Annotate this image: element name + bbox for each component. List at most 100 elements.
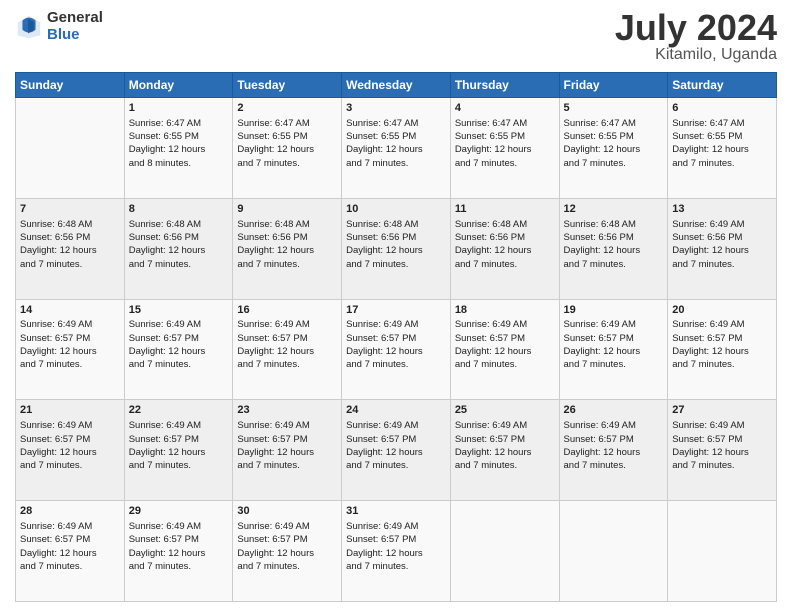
- day-number: 2: [237, 101, 337, 116]
- calendar-cell: 5Sunrise: 6:47 AMSunset: 6:55 PMDaylight…: [559, 98, 668, 199]
- calendar-week-row: 28Sunrise: 6:49 AMSunset: 6:57 PMDayligh…: [16, 501, 777, 602]
- day-info: Sunrise: 6:48 AMSunset: 6:56 PMDaylight:…: [129, 218, 229, 271]
- day-info: Sunrise: 6:49 AMSunset: 6:57 PMDaylight:…: [672, 419, 772, 472]
- day-number: 23: [237, 403, 337, 418]
- day-number: 17: [346, 303, 446, 318]
- day-number: 31: [346, 504, 446, 519]
- calendar-cell: 22Sunrise: 6:49 AMSunset: 6:57 PMDayligh…: [124, 400, 233, 501]
- calendar-cell: 9Sunrise: 6:48 AMSunset: 6:56 PMDaylight…: [233, 198, 342, 299]
- day-info: Sunrise: 6:48 AMSunset: 6:56 PMDaylight:…: [564, 218, 664, 271]
- calendar-cell: [668, 501, 777, 602]
- calendar-cell: [559, 501, 668, 602]
- header-saturday: Saturday: [668, 73, 777, 98]
- day-number: 10: [346, 202, 446, 217]
- day-info: Sunrise: 6:47 AMSunset: 6:55 PMDaylight:…: [237, 117, 337, 170]
- calendar-cell: 24Sunrise: 6:49 AMSunset: 6:57 PMDayligh…: [342, 400, 451, 501]
- calendar-cell: 31Sunrise: 6:49 AMSunset: 6:57 PMDayligh…: [342, 501, 451, 602]
- calendar-cell: 10Sunrise: 6:48 AMSunset: 6:56 PMDayligh…: [342, 198, 451, 299]
- calendar-cell: 7Sunrise: 6:48 AMSunset: 6:56 PMDaylight…: [16, 198, 125, 299]
- calendar-cell: [450, 501, 559, 602]
- header-wednesday: Wednesday: [342, 73, 451, 98]
- day-number: 13: [672, 202, 772, 217]
- day-info: Sunrise: 6:49 AMSunset: 6:57 PMDaylight:…: [20, 419, 120, 472]
- day-number: 27: [672, 403, 772, 418]
- day-number: 1: [129, 101, 229, 116]
- day-info: Sunrise: 6:49 AMSunset: 6:57 PMDaylight:…: [237, 419, 337, 472]
- calendar-cell: 16Sunrise: 6:49 AMSunset: 6:57 PMDayligh…: [233, 299, 342, 400]
- day-number: 20: [672, 303, 772, 318]
- calendar-cell: 27Sunrise: 6:49 AMSunset: 6:57 PMDayligh…: [668, 400, 777, 501]
- day-number: 28: [20, 504, 120, 519]
- calendar-table: Sunday Monday Tuesday Wednesday Thursday…: [15, 72, 777, 602]
- day-info: Sunrise: 6:49 AMSunset: 6:57 PMDaylight:…: [346, 419, 446, 472]
- day-info: Sunrise: 6:48 AMSunset: 6:56 PMDaylight:…: [237, 218, 337, 271]
- day-info: Sunrise: 6:49 AMSunset: 6:56 PMDaylight:…: [672, 218, 772, 271]
- calendar-cell: 18Sunrise: 6:49 AMSunset: 6:57 PMDayligh…: [450, 299, 559, 400]
- day-info: Sunrise: 6:49 AMSunset: 6:57 PMDaylight:…: [129, 318, 229, 371]
- calendar-cell: 28Sunrise: 6:49 AMSunset: 6:57 PMDayligh…: [16, 501, 125, 602]
- calendar-week-row: 21Sunrise: 6:49 AMSunset: 6:57 PMDayligh…: [16, 400, 777, 501]
- day-info: Sunrise: 6:49 AMSunset: 6:57 PMDaylight:…: [672, 318, 772, 371]
- calendar-cell: 6Sunrise: 6:47 AMSunset: 6:55 PMDaylight…: [668, 98, 777, 199]
- day-info: Sunrise: 6:47 AMSunset: 6:55 PMDaylight:…: [672, 117, 772, 170]
- calendar-cell: 21Sunrise: 6:49 AMSunset: 6:57 PMDayligh…: [16, 400, 125, 501]
- day-number: 9: [237, 202, 337, 217]
- day-number: 5: [564, 101, 664, 116]
- page: General Blue July 2024 Kitamilo, Uganda …: [0, 0, 792, 612]
- day-number: 16: [237, 303, 337, 318]
- calendar-cell: 3Sunrise: 6:47 AMSunset: 6:55 PMDaylight…: [342, 98, 451, 199]
- day-number: 25: [455, 403, 555, 418]
- logo-blue-text: Blue: [47, 27, 103, 44]
- day-info: Sunrise: 6:47 AMSunset: 6:55 PMDaylight:…: [455, 117, 555, 170]
- day-info: Sunrise: 6:47 AMSunset: 6:55 PMDaylight:…: [129, 117, 229, 170]
- calendar-cell: 1Sunrise: 6:47 AMSunset: 6:55 PMDaylight…: [124, 98, 233, 199]
- calendar-cell: [16, 98, 125, 199]
- day-number: 24: [346, 403, 446, 418]
- day-number: 26: [564, 403, 664, 418]
- day-number: 30: [237, 504, 337, 519]
- calendar-cell: 30Sunrise: 6:49 AMSunset: 6:57 PMDayligh…: [233, 501, 342, 602]
- calendar-cell: 8Sunrise: 6:48 AMSunset: 6:56 PMDaylight…: [124, 198, 233, 299]
- calendar-cell: 4Sunrise: 6:47 AMSunset: 6:55 PMDaylight…: [450, 98, 559, 199]
- header-thursday: Thursday: [450, 73, 559, 98]
- day-number: 4: [455, 101, 555, 116]
- header-tuesday: Tuesday: [233, 73, 342, 98]
- calendar-cell: 26Sunrise: 6:49 AMSunset: 6:57 PMDayligh…: [559, 400, 668, 501]
- day-number: 7: [20, 202, 120, 217]
- day-info: Sunrise: 6:49 AMSunset: 6:57 PMDaylight:…: [20, 520, 120, 573]
- header-sunday: Sunday: [16, 73, 125, 98]
- day-info: Sunrise: 6:49 AMSunset: 6:57 PMDaylight:…: [129, 520, 229, 573]
- day-number: 22: [129, 403, 229, 418]
- day-info: Sunrise: 6:48 AMSunset: 6:56 PMDaylight:…: [455, 218, 555, 271]
- calendar-location: Kitamilo, Uganda: [615, 46, 777, 64]
- header-friday: Friday: [559, 73, 668, 98]
- day-info: Sunrise: 6:49 AMSunset: 6:57 PMDaylight:…: [237, 520, 337, 573]
- calendar-cell: 11Sunrise: 6:48 AMSunset: 6:56 PMDayligh…: [450, 198, 559, 299]
- calendar-cell: 15Sunrise: 6:49 AMSunset: 6:57 PMDayligh…: [124, 299, 233, 400]
- calendar-cell: 2Sunrise: 6:47 AMSunset: 6:55 PMDaylight…: [233, 98, 342, 199]
- day-number: 15: [129, 303, 229, 318]
- day-number: 12: [564, 202, 664, 217]
- day-number: 8: [129, 202, 229, 217]
- logo-icon: [15, 13, 43, 41]
- calendar-week-row: 1Sunrise: 6:47 AMSunset: 6:55 PMDaylight…: [16, 98, 777, 199]
- calendar-cell: 13Sunrise: 6:49 AMSunset: 6:56 PMDayligh…: [668, 198, 777, 299]
- day-number: 29: [129, 504, 229, 519]
- day-number: 6: [672, 101, 772, 116]
- day-number: 19: [564, 303, 664, 318]
- calendar-week-row: 7Sunrise: 6:48 AMSunset: 6:56 PMDaylight…: [16, 198, 777, 299]
- calendar-cell: 25Sunrise: 6:49 AMSunset: 6:57 PMDayligh…: [450, 400, 559, 501]
- day-info: Sunrise: 6:48 AMSunset: 6:56 PMDaylight:…: [20, 218, 120, 271]
- day-info: Sunrise: 6:49 AMSunset: 6:57 PMDaylight:…: [346, 318, 446, 371]
- calendar-cell: 20Sunrise: 6:49 AMSunset: 6:57 PMDayligh…: [668, 299, 777, 400]
- day-number: 18: [455, 303, 555, 318]
- calendar-title: July 2024: [615, 10, 777, 46]
- header: General Blue July 2024 Kitamilo, Uganda: [15, 10, 777, 64]
- day-info: Sunrise: 6:49 AMSunset: 6:57 PMDaylight:…: [564, 318, 664, 371]
- calendar-cell: 19Sunrise: 6:49 AMSunset: 6:57 PMDayligh…: [559, 299, 668, 400]
- day-info: Sunrise: 6:49 AMSunset: 6:57 PMDaylight:…: [564, 419, 664, 472]
- calendar-cell: 12Sunrise: 6:48 AMSunset: 6:56 PMDayligh…: [559, 198, 668, 299]
- day-info: Sunrise: 6:47 AMSunset: 6:55 PMDaylight:…: [564, 117, 664, 170]
- header-monday: Monday: [124, 73, 233, 98]
- day-number: 3: [346, 101, 446, 116]
